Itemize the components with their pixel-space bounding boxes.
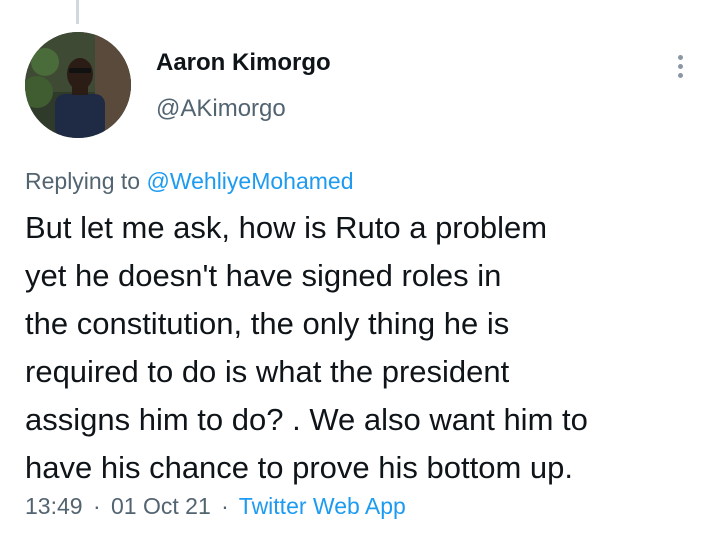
tweet-date[interactable]: 01 Oct 21	[111, 493, 211, 519]
tweet-text-line: the constitution, the only thing he is	[25, 306, 510, 341]
more-vertical-icon	[677, 53, 683, 80]
tweet-source-link[interactable]: Twitter Web App	[239, 493, 406, 519]
tweet-text-line: But let me ask, how is Ruto a problem	[25, 210, 548, 245]
tweet-text: But let me ask, how is Ruto a problem ye…	[25, 204, 715, 492]
thread-connector-line	[76, 0, 79, 24]
tweet-text-line: required to do is what the president	[25, 354, 510, 389]
meta-separator: ·	[92, 493, 101, 519]
avatar-image	[25, 32, 131, 138]
tweet-time[interactable]: 13:49	[25, 493, 83, 519]
replying-to-mention[interactable]: @WehliyeMohamed	[146, 168, 353, 194]
author-display-name[interactable]: Aaron Kimorgo	[156, 48, 331, 78]
tweet-text-line: assigns him to do? . We also want him to	[25, 402, 588, 437]
tweet-text-line: have his chance to prove his bottom up.	[25, 450, 573, 485]
tweet-author: Aaron Kimorgo @AKimorgo	[156, 48, 331, 124]
meta-separator: ·	[221, 493, 229, 519]
replying-to-line: Replying to @WehliyeMohamed	[25, 166, 353, 196]
tweet-text-line: yet he doesn't have signed roles in	[25, 258, 502, 293]
replying-prefix: Replying to	[25, 168, 141, 194]
avatar[interactable]	[25, 32, 131, 138]
more-options-button[interactable]	[666, 48, 694, 84]
tweet-meta: 13:49 · 01 Oct 21 · Twitter Web App	[25, 491, 406, 521]
author-handle[interactable]: @AKimorgo	[156, 94, 331, 124]
